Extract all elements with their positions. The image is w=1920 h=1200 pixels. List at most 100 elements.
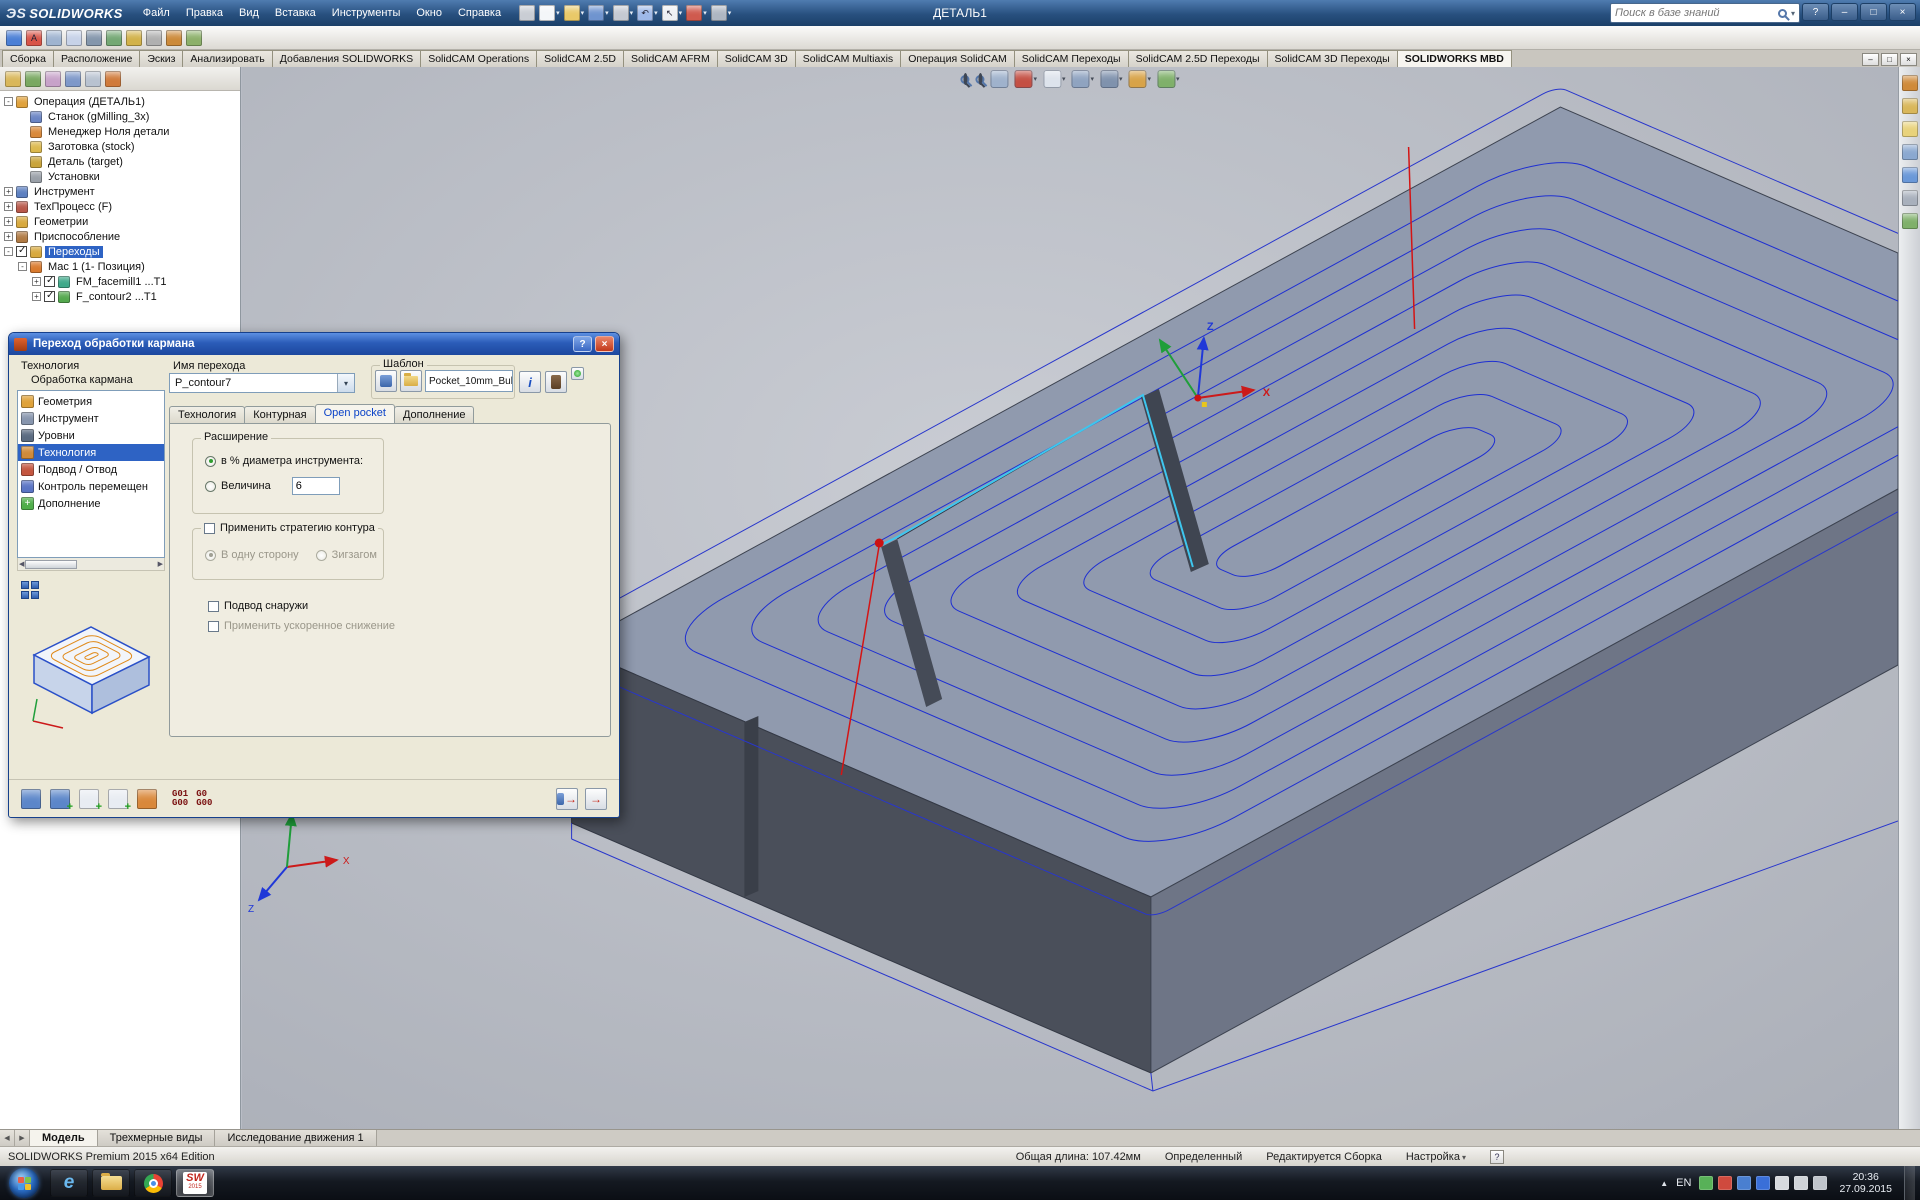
file-explorer-icon[interactable] (1902, 121, 1918, 137)
tree-item[interactable]: + Приспособление (0, 229, 240, 244)
tab-scroll-left-icon[interactable]: ◀ (0, 1130, 15, 1146)
solidcam-manager-tab-icon[interactable] (105, 71, 121, 87)
command-tab[interactable]: Эскиз (139, 50, 183, 67)
operation-page-item[interactable]: Подвод / Отвод (18, 461, 164, 478)
operation-name-combo[interactable]: P_contour7 ▾ (169, 373, 355, 393)
tree-item[interactable]: - Мас 1 (1- Позиция) (0, 259, 240, 274)
tree-item[interactable]: Заготовка (stock) (0, 139, 240, 154)
view-palette-icon[interactable] (1902, 144, 1918, 160)
expander-icon[interactable] (18, 127, 27, 136)
command-tab[interactable]: SolidCAM Переходы (1014, 50, 1129, 67)
contour-strategy-checkbox[interactable] (204, 523, 215, 534)
rapid-down-checkbox[interactable] (208, 621, 219, 632)
model-tab[interactable]: Модель (30, 1130, 98, 1146)
minimize-button[interactable]: – (1831, 3, 1858, 21)
expander-icon[interactable] (18, 112, 27, 121)
view-tool-button[interactable] (1100, 70, 1123, 88)
chrome-icon[interactable] (134, 1169, 172, 1197)
expander-icon[interactable] (18, 142, 27, 151)
dialog-close-button[interactable]: × (595, 336, 614, 352)
command-tab[interactable]: Анализировать (182, 50, 272, 67)
toolbar-button[interactable]: A (26, 30, 42, 46)
toolbar-button[interactable] (711, 5, 732, 21)
tree-item[interactable]: - Переходы (0, 244, 240, 259)
solidworks-taskbar-icon[interactable]: SW 2015 (176, 1169, 214, 1197)
toolbar-button[interactable] (166, 30, 182, 46)
combo-caret-icon[interactable]: ▾ (337, 374, 354, 392)
command-tab[interactable]: Добавления SOLIDWORKS (272, 50, 421, 67)
value-radio[interactable] (205, 481, 216, 492)
tree-item[interactable]: + F_contour2 ...T1 (0, 289, 240, 304)
grid-view-icon[interactable] (21, 581, 40, 600)
command-tab[interactable]: Операция SolidCAM (900, 50, 1015, 67)
dialog-tab[interactable]: Технология (169, 406, 245, 424)
taskbar-clock[interactable]: 20:36 27.09.2015 (1839, 1171, 1892, 1195)
gcode-badge[interactable]: G0 G00 (196, 790, 212, 808)
copy-with-geometry-icon[interactable] (108, 789, 128, 809)
tree-item[interactable]: - Операция (ДЕТАЛЬ1) (0, 94, 240, 109)
toolbar-button[interactable] (146, 30, 162, 46)
tree-item[interactable]: Станок (gMilling_3x) (0, 109, 240, 124)
expander-icon[interactable]: + (4, 232, 13, 241)
dialog-tab[interactable]: Open pocket (315, 404, 395, 424)
save-operation-icon[interactable] (21, 789, 41, 809)
status-help-icon[interactable]: ? (1490, 1150, 1504, 1164)
menu-item[interactable]: Правка (178, 3, 231, 23)
update-tray-icon[interactable] (1699, 1176, 1713, 1190)
command-tab[interactable]: SolidCAM Operations (420, 50, 537, 67)
view-tool-button[interactable] (1014, 70, 1037, 88)
percent-radio[interactable] (205, 456, 216, 467)
model-tab[interactable]: Трехмерные виды (98, 1130, 216, 1146)
dialog-tab[interactable]: Дополнение (394, 406, 474, 424)
zigzag-radio[interactable] (316, 550, 327, 561)
toolbar-button[interactable] (588, 5, 609, 21)
view-tool-button[interactable] (1129, 70, 1152, 88)
tree-item[interactable]: Установки (0, 169, 240, 184)
toolbar-button[interactable] (6, 30, 22, 46)
internet-explorer-icon[interactable]: e (50, 1169, 88, 1197)
hidden-icons-button[interactable]: ▲ (1660, 1179, 1668, 1188)
antivirus-tray-icon[interactable] (1718, 1176, 1732, 1190)
volume-tray-icon[interactable] (1775, 1176, 1789, 1190)
language-indicator[interactable]: EN (1676, 1177, 1691, 1189)
toolbar-button[interactable] (46, 30, 62, 46)
expander-icon[interactable] (18, 172, 27, 181)
network-tray-icon[interactable] (1794, 1176, 1808, 1190)
expander-icon[interactable]: + (4, 187, 13, 196)
operation-page-item[interactable]: Технология (18, 444, 164, 461)
tree-item[interactable]: + FM_facemill1 ...T1 (0, 274, 240, 289)
search-input[interactable] (1615, 7, 1774, 19)
view-tool-button[interactable] (960, 75, 969, 84)
close-button[interactable]: × (1889, 3, 1916, 21)
command-tab[interactable]: SolidCAM 3D (717, 50, 796, 67)
doc-restore-button[interactable]: □ (1881, 53, 1898, 66)
tree-item[interactable]: + Геометрии (0, 214, 240, 229)
appearances-icon[interactable] (1902, 167, 1918, 183)
view-tool-button[interactable] (1157, 70, 1180, 88)
info-button[interactable]: i (519, 371, 541, 393)
operation-page-item[interactable]: Геометрия (18, 393, 164, 410)
display-manager-tab-icon[interactable] (85, 71, 101, 87)
save-all-operations-icon[interactable] (50, 789, 70, 809)
tree-checkbox[interactable] (16, 246, 27, 257)
expander-icon[interactable]: - (4, 247, 13, 256)
menu-item[interactable]: Вставка (267, 3, 324, 23)
show-desktop-button[interactable] (1904, 1166, 1915, 1200)
search-icon[interactable] (1778, 9, 1787, 18)
operation-page-item[interactable]: Контроль перемещен (18, 478, 164, 495)
menu-item[interactable]: Инструменты (324, 3, 409, 23)
bluetooth-tray-icon[interactable] (1756, 1176, 1770, 1190)
expander-icon[interactable]: + (4, 202, 13, 211)
copy-operation-icon[interactable] (79, 789, 99, 809)
model-tab[interactable]: Исследование движения 1 (215, 1130, 376, 1146)
design-library-icon[interactable] (1902, 98, 1918, 114)
custom-properties-icon[interactable] (1902, 190, 1918, 206)
gcode-badge[interactable]: G01 G00 (172, 790, 188, 808)
dialog-tab[interactable]: Контурная (244, 406, 315, 424)
scroll-left-icon[interactable]: ◀ (19, 560, 24, 568)
load-template-button[interactable] (400, 370, 422, 392)
approach-outside-checkbox[interactable] (208, 601, 219, 612)
command-tab[interactable]: Сборка (2, 50, 54, 67)
toolbar-button[interactable]: ↶ (637, 5, 658, 21)
forum-icon[interactable] (1902, 213, 1918, 229)
